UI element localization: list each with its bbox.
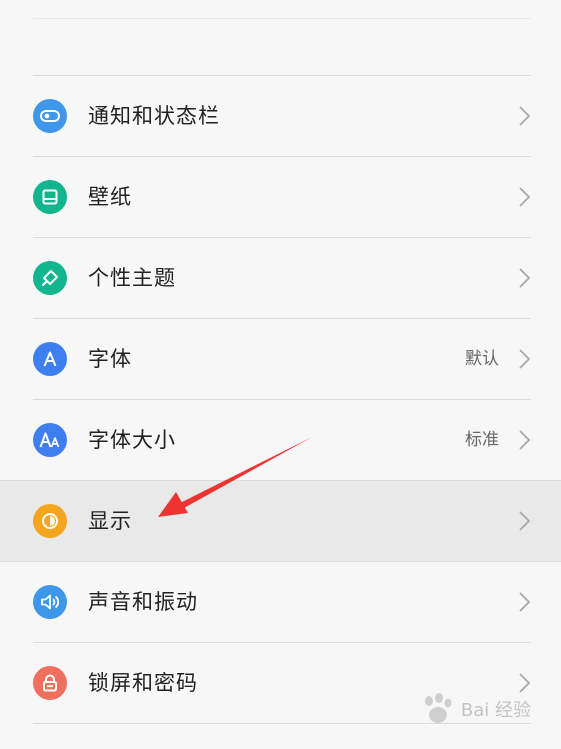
settings-item-label: 显示 (88, 509, 132, 533)
chevron-right-icon (519, 592, 531, 612)
chevron-right-icon (519, 430, 531, 450)
settings-item-theme[interactable]: 个性主题 (0, 237, 561, 318)
letter-a-icon (33, 342, 67, 376)
settings-list: 通知和状态栏 壁纸 个性主题 字体 默认 字体大小 标准 显示 声音和振动 锁屏… (0, 75, 561, 723)
wallpaper-icon (33, 180, 67, 214)
top-divider (33, 18, 531, 19)
settings-item-label: 声音和振动 (88, 590, 198, 614)
settings-item-label: 个性主题 (88, 266, 176, 290)
settings-item-label: 壁纸 (88, 185, 132, 209)
settings-item-label: 锁屏和密码 (88, 671, 198, 695)
chevron-right-icon (519, 106, 531, 126)
settings-item-sound[interactable]: 声音和振动 (0, 561, 561, 642)
chevron-right-icon (519, 187, 531, 207)
chevron-right-icon (519, 268, 531, 288)
settings-item-value: 默认 (465, 349, 499, 369)
settings-item-label: 字体 (88, 347, 132, 371)
settings-item-label: 通知和状态栏 (88, 104, 220, 128)
settings-item-label: 字体大小 (88, 428, 176, 452)
settings-item-value: 标准 (465, 430, 499, 450)
brightness-icon (33, 504, 67, 538)
speaker-icon (33, 585, 67, 619)
divider (33, 399, 531, 400)
divider (33, 156, 531, 157)
settings-item-display[interactable]: 显示 (0, 480, 561, 561)
divider (0, 480, 561, 481)
settings-screen: 通知和状态栏 壁纸 个性主题 字体 默认 字体大小 标准 显示 声音和振动 锁屏… (0, 0, 561, 749)
divider (33, 75, 531, 76)
settings-item-notifications[interactable]: 通知和状态栏 (0, 75, 561, 156)
divider (0, 561, 561, 562)
toggle-icon (33, 99, 67, 133)
lock-icon (33, 666, 67, 700)
watermark-text: Bai 经验 (460, 700, 531, 721)
settings-item-wallpaper[interactable]: 壁纸 (0, 156, 561, 237)
brush-icon (33, 261, 67, 295)
divider (33, 237, 531, 238)
watermark: Bai 经验 (417, 689, 531, 729)
chevron-right-icon (519, 511, 531, 531)
divider (33, 318, 531, 319)
divider (33, 642, 531, 643)
font-size-icon (33, 423, 67, 457)
chevron-right-icon (519, 349, 531, 369)
settings-item-font-size[interactable]: 字体大小 标准 (0, 399, 561, 480)
paw-icon (424, 693, 452, 723)
settings-item-font[interactable]: 字体 默认 (0, 318, 561, 399)
